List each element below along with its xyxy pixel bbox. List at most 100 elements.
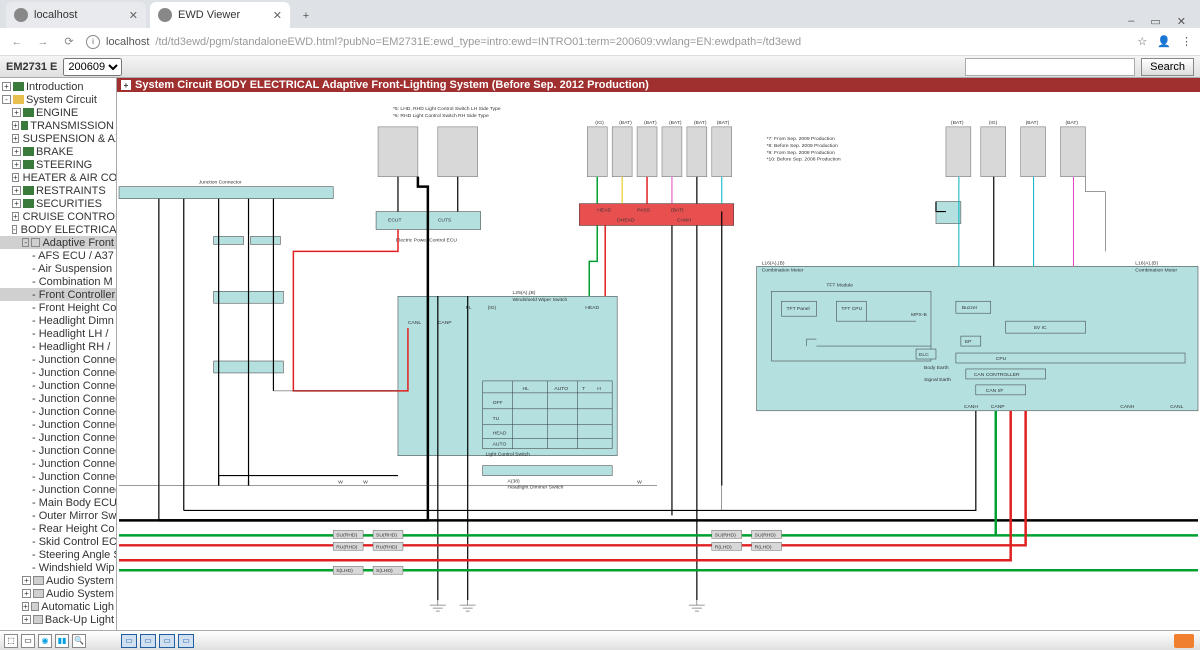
close-icon[interactable]: ✕ <box>273 9 282 22</box>
tree-node[interactable]: +Audio System <box>0 587 116 600</box>
expand-icon[interactable]: + <box>22 576 31 585</box>
svg-text:SU(RHD): SU(RHD) <box>376 532 397 538</box>
tree-node[interactable]: - Headlight RH / <box>0 340 116 353</box>
new-tab-button[interactable]: + <box>294 4 318 28</box>
expand-icon[interactable]: + <box>12 173 19 182</box>
menu-icon[interactable]: ⋮ <box>1181 35 1192 48</box>
svg-text:S(LHD): S(LHD) <box>376 568 393 574</box>
url-field[interactable]: i localhost/td/td3ewd/pgm/standaloneEWD.… <box>86 35 1129 49</box>
tool-icon[interactable]: ▭ <box>121 634 137 648</box>
tree-node[interactable]: - Rear Height Co <box>0 522 116 535</box>
tool-icon[interactable]: ▭ <box>178 634 194 648</box>
tree-node[interactable]: +CRUISE CONTROL <box>0 210 116 223</box>
tree-node[interactable]: - Headlight LH / <box>0 327 116 340</box>
expand-icon[interactable]: - <box>12 225 17 234</box>
tree-node[interactable]: - Front Controller <box>0 288 116 301</box>
expand-icon[interactable]: + <box>12 108 21 117</box>
expand-icon[interactable]: + <box>121 80 131 90</box>
tree-node[interactable]: - Junction Connec <box>0 392 116 405</box>
expand-icon[interactable]: + <box>12 147 21 156</box>
term-select[interactable]: 200609 <box>63 58 122 76</box>
tree-node[interactable]: +SECURITIES <box>0 197 116 210</box>
tree-node[interactable]: - Air Suspension <box>0 262 116 275</box>
expand-icon[interactable]: - <box>2 95 11 104</box>
tree-label: - Outer Mirror Sw <box>32 510 116 522</box>
tree-node[interactable]: -BODY ELECTRICAL <box>0 223 116 236</box>
window-close-icon[interactable]: ✕ <box>1177 15 1186 28</box>
reload-icon[interactable]: ⟳ <box>60 35 78 48</box>
tree-node[interactable]: +RESTRAINTS <box>0 184 116 197</box>
tree-node[interactable]: - Combination M <box>0 275 116 288</box>
tree-node[interactable]: - Junction Connec <box>0 457 116 470</box>
tool-icon[interactable]: ⬚ <box>4 634 18 648</box>
close-icon[interactable]: ✕ <box>129 9 138 22</box>
minimize-icon[interactable]: – <box>1128 15 1134 28</box>
tree-node[interactable]: +TRANSMISSION <box>0 119 116 132</box>
tree-node[interactable]: - Front Height Co <box>0 301 116 314</box>
expand-icon[interactable]: + <box>12 160 21 169</box>
svg-text:PASS: PASS <box>637 208 651 214</box>
tree-node[interactable]: - Junction Connec <box>0 366 116 379</box>
info-icon[interactable]: i <box>86 35 100 49</box>
forward-icon[interactable]: → <box>34 36 52 48</box>
tool-icon[interactable]: ▭ <box>159 634 175 648</box>
tool-icon[interactable]: ▭ <box>140 634 156 648</box>
tree-node[interactable]: - Main Body ECU <box>0 496 116 509</box>
user-icon[interactable]: 👤 <box>1157 35 1171 48</box>
browser-tab-active[interactable]: EWD Viewer ✕ <box>150 2 290 28</box>
tree-node[interactable]: +Audio System <box>0 574 116 587</box>
tree-node[interactable]: +SUSPENSION & AXLE <box>0 132 116 145</box>
tree-node[interactable]: - Skid Control EC <box>0 535 116 548</box>
tree-node[interactable]: - Junction Connec <box>0 418 116 431</box>
maximize-icon[interactable]: ▭ <box>1150 15 1160 28</box>
tree-node[interactable]: - Headlight Dimn <box>0 314 116 327</box>
tree-node[interactable]: +Back-Up Light <box>0 613 116 626</box>
page-icon <box>31 238 40 247</box>
browser-tab[interactable]: localhost ✕ <box>6 2 146 28</box>
tree-node[interactable]: - Outer Mirror Sw <box>0 509 116 522</box>
tool-icon[interactable]: ◉ <box>38 634 52 648</box>
diagram-header: + System Circuit BODY ELECTRICAL Adaptiv… <box>117 78 1200 92</box>
tree-label: - Junction Connec <box>32 367 117 379</box>
tree-node[interactable]: - Junction Connec <box>0 379 116 392</box>
tree-node[interactable]: +STEERING <box>0 158 116 171</box>
expand-icon[interactable]: + <box>12 134 19 143</box>
tree-node[interactable]: -Adaptive Front <box>0 236 116 249</box>
help-icon[interactable] <box>1174 634 1194 648</box>
expand-icon[interactable]: + <box>12 186 21 195</box>
tree-node[interactable]: - Junction Connec <box>0 470 116 483</box>
expand-icon[interactable]: + <box>22 615 31 624</box>
star-icon[interactable]: ☆ <box>1137 35 1147 48</box>
expand-icon[interactable]: + <box>22 602 29 611</box>
tree-node[interactable]: -System Circuit <box>0 93 116 106</box>
svg-text:CAN CONTROLLER: CAN CONTROLLER <box>974 372 1020 378</box>
back-icon[interactable]: ← <box>8 36 26 48</box>
expand-icon[interactable]: - <box>22 238 29 247</box>
tree-node[interactable]: - Junction Connec <box>0 405 116 418</box>
book-icon <box>23 199 34 208</box>
tree-node[interactable]: +Automatic Ligh <box>0 600 116 613</box>
page-icon <box>33 576 44 585</box>
expand-icon[interactable]: + <box>2 82 11 91</box>
tree-node[interactable]: - Junction Connec <box>0 483 116 496</box>
tree-node[interactable]: - Junction Connec <box>0 431 116 444</box>
tree-node[interactable]: - Steering Angle S <box>0 548 116 561</box>
tool-icon[interactable]: ▮▮ <box>55 634 69 648</box>
expand-icon[interactable]: + <box>12 121 19 130</box>
tree-node[interactable]: +HEATER & AIR CONDITIONING <box>0 171 116 184</box>
search-input[interactable] <box>965 58 1135 76</box>
tree-node[interactable]: +Introduction <box>0 80 116 93</box>
tree-node[interactable]: +ENGINE <box>0 106 116 119</box>
wiring-diagram[interactable]: *5: LHD, RHD Light Control Switch LH Sid… <box>117 92 1200 630</box>
tree-node[interactable]: - AFS ECU / A37 <box>0 249 116 262</box>
tree-node[interactable]: - Junction Connec <box>0 444 116 457</box>
tree-node[interactable]: +BRAKE <box>0 145 116 158</box>
tool-icon[interactable]: 🔍 <box>72 634 86 648</box>
expand-icon[interactable]: + <box>12 199 21 208</box>
tree-node[interactable]: - Windshield Wip <box>0 561 116 574</box>
search-button[interactable]: Search <box>1141 58 1194 76</box>
expand-icon[interactable]: + <box>12 212 19 221</box>
tool-icon[interactable]: ▭ <box>21 634 35 648</box>
expand-icon[interactable]: + <box>22 589 31 598</box>
tree-node[interactable]: - Junction Connec <box>0 353 116 366</box>
